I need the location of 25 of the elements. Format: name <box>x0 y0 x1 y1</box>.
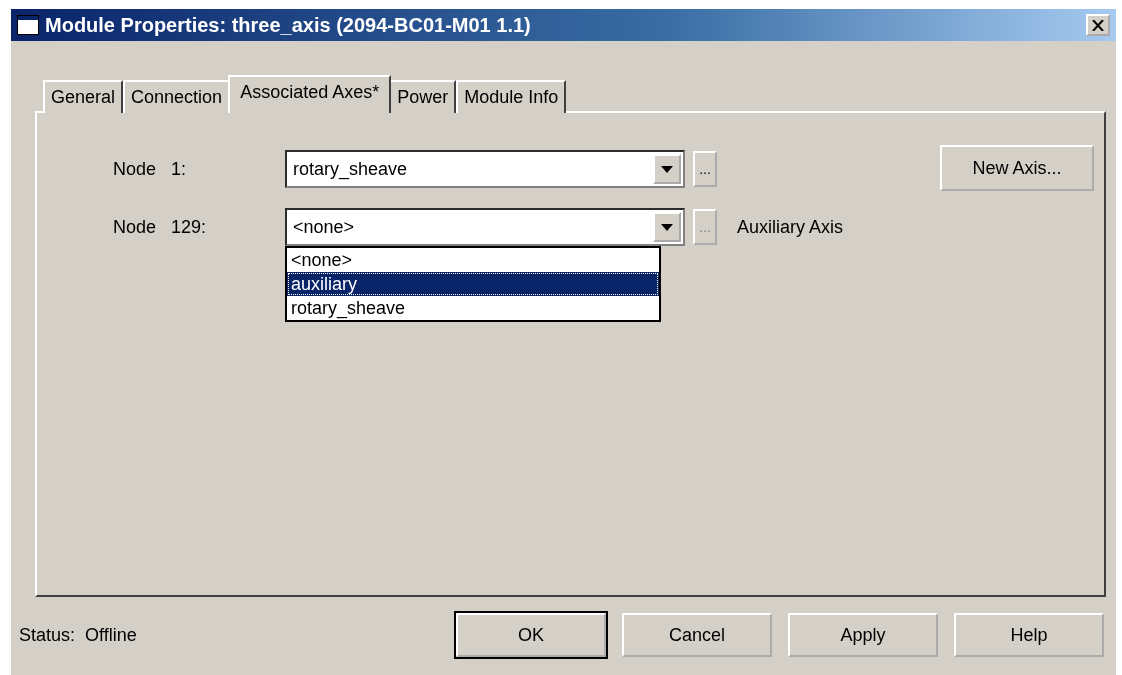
browse-button[interactable]: ... <box>693 151 717 187</box>
tab[interactable]: Associated Axes* <box>228 75 392 113</box>
node-number: 1: <box>171 158 187 180</box>
dialog-button[interactable]: Cancel <box>622 613 772 657</box>
dropdown-option[interactable]: auxiliary <box>287 272 659 296</box>
axis-note: Auxiliary Axis <box>737 216 844 238</box>
node-label: Node <box>113 158 158 180</box>
dialog-button[interactable]: OK <box>456 613 606 657</box>
dialog-button[interactable]: Help <box>954 613 1104 657</box>
axis-dropdown[interactable]: rotary_sheave <box>285 150 685 188</box>
tab[interactable]: General <box>43 80 124 113</box>
dialog-button[interactable]: Apply <box>788 613 938 657</box>
dropdown-option[interactable]: rotary_sheave <box>287 296 659 320</box>
window-title: Module Properties: three_axis (2094-BC01-M01 1.1) <box>45 13 532 37</box>
tab[interactable]: Connection <box>123 80 231 113</box>
new-axis-button[interactable]: New Axis... <box>940 145 1094 191</box>
dropdown-option[interactable]: <none> <box>287 248 659 272</box>
node-number: 129: <box>171 216 208 238</box>
window-icon <box>17 15 39 35</box>
close-icon <box>1092 19 1104 31</box>
status-text: Status: Offline <box>19 624 138 646</box>
tab[interactable]: Module Info <box>456 80 567 113</box>
node-label: Node <box>113 216 158 238</box>
close-button[interactable] <box>1086 14 1110 36</box>
tab[interactable]: Power <box>389 80 457 113</box>
